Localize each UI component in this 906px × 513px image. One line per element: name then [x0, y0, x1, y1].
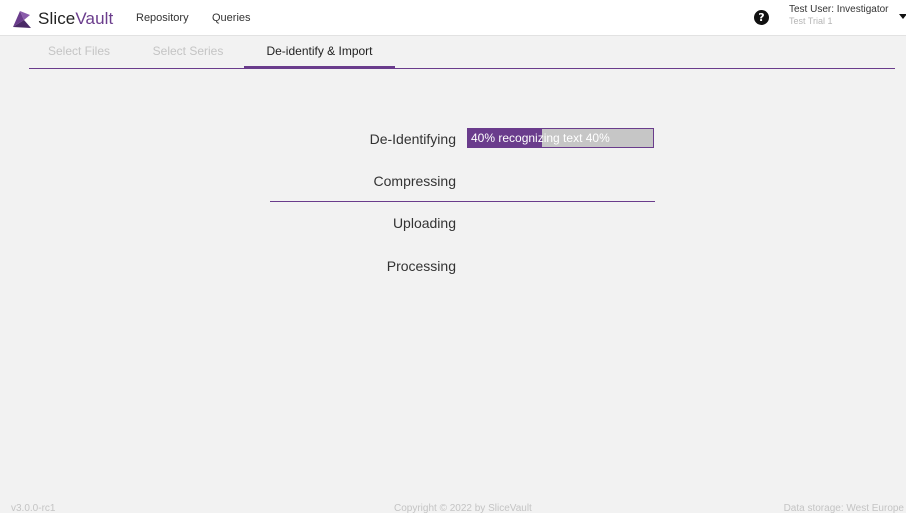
brand-name-part1: Slice — [38, 9, 76, 28]
tab-deidentify-import[interactable]: De-identify & Import — [244, 36, 395, 68]
brand-name: SliceVault — [38, 8, 113, 30]
caret-down-icon[interactable] — [899, 14, 906, 19]
nav-queries[interactable]: Queries — [212, 11, 251, 25]
step-divider — [270, 201, 655, 202]
user-trial: Test Trial 1 — [789, 16, 833, 26]
progress-text: 40% recognizing text 40% — [471, 131, 610, 145]
nav-repository[interactable]: Repository — [136, 11, 189, 25]
slicevault-logo-icon — [13, 11, 31, 28]
deidentify-progress-bar: 40% recognizing text 40% — [467, 128, 654, 148]
footer-copyright: Copyright © 2022 by SliceVault — [394, 503, 532, 513]
tab-select-series[interactable]: Select Series — [141, 36, 235, 68]
user-menu[interactable]: Test User: Investigator Test Trial 1 — [789, 4, 895, 27]
step-deidentifying: De-Identifying — [369, 131, 456, 147]
footer-version: v3.0.0-rc1 — [11, 503, 56, 513]
brand-logo[interactable]: SliceVault — [11, 7, 113, 31]
wizard-tabs: Select Files Select Series De-identify &… — [29, 36, 895, 69]
step-uploading: Uploading — [392, 215, 456, 231]
step-compressing: Compressing — [373, 173, 456, 189]
footer-storage: Data storage: West Europe — [783, 503, 904, 513]
step-processing: Processing — [386, 258, 456, 274]
user-name: Test User: Investigator — [789, 4, 889, 15]
tab-select-files[interactable]: Select Files — [29, 36, 129, 68]
question-circle-icon[interactable]: ? — [754, 10, 769, 25]
brand-name-part2: Vault — [75, 9, 114, 28]
top-bar: SliceVault Repository Queries ? Test Use… — [0, 0, 906, 36]
